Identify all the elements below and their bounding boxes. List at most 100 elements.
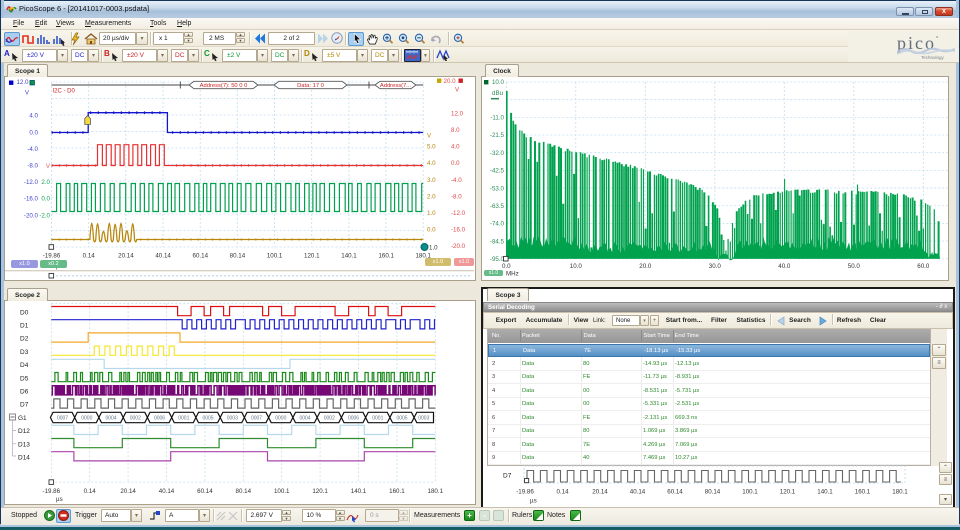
svg-text:0.14: 0.14 (84, 488, 97, 495)
svg-text:-53.0: -53.0 (490, 185, 505, 192)
svg-text:80.14: 80.14 (705, 489, 721, 496)
svg-text:-8.0: -8.0 (451, 193, 462, 200)
svg-text:180.1: 180.1 (892, 489, 908, 496)
svg-text:D12: D12 (18, 428, 30, 435)
svg-text:0007: 0007 (251, 416, 262, 422)
svg-text:12.0: 12.0 (16, 79, 29, 86)
svg-text:D5: D5 (20, 375, 29, 382)
svg-text:8.0: 8.0 (451, 127, 460, 134)
svg-text:G1: G1 (18, 415, 27, 422)
svg-text:140.1: 140.1 (817, 489, 833, 496)
svg-text:0002: 0002 (324, 416, 335, 422)
svg-text:4.0: 4.0 (29, 113, 38, 120)
svg-text:2.0: 2.0 (41, 179, 50, 186)
svg-text:100.1: 100.1 (274, 488, 290, 495)
svg-text:D1: D1 (20, 323, 29, 330)
svg-text:60.14: 60.14 (667, 489, 683, 496)
svg-text:140.1: 140.1 (351, 488, 367, 495)
svg-text:20.14: 20.14 (118, 253, 134, 260)
svg-text:D0: D0 (20, 309, 29, 316)
svg-text:2.0: 2.0 (427, 193, 436, 200)
svg-text:40.14: 40.14 (155, 253, 171, 260)
svg-text:3.0: 3.0 (427, 177, 436, 184)
svg-text:-42.5: -42.5 (490, 168, 505, 175)
svg-text:I2C - D0: I2C - D0 (53, 89, 76, 95)
svg-text:-19.86: -19.86 (43, 488, 61, 495)
svg-text:-4.0: -4.0 (27, 146, 38, 153)
svg-text:20.0: 20.0 (639, 263, 652, 270)
svg-text:-74.0: -74.0 (490, 221, 505, 228)
svg-text:40.14: 40.14 (159, 488, 175, 495)
svg-text:MHz: MHz (506, 271, 519, 278)
svg-text:120.1: 120.1 (312, 488, 328, 495)
svg-text:dBu: dBu (492, 90, 504, 97)
svg-text:180.1: 180.1 (428, 488, 444, 495)
svg-text:4.0: 4.0 (427, 160, 436, 167)
svg-text:30.0: 30.0 (709, 263, 722, 270)
svg-text:0005: 0005 (396, 416, 407, 422)
svg-text:5.0: 5.0 (427, 144, 436, 151)
svg-text:0.0: 0.0 (427, 227, 436, 234)
svg-text:0.0: 0.0 (41, 196, 50, 203)
svg-text:20.14: 20.14 (592, 489, 608, 496)
svg-text:100.1: 100.1 (267, 253, 283, 260)
svg-text:V: V (427, 133, 432, 140)
svg-text:0.0: 0.0 (502, 263, 511, 270)
svg-text:60.0: 60.0 (917, 263, 930, 270)
svg-text:0007: 0007 (57, 416, 68, 422)
svg-text:D14: D14 (18, 455, 30, 462)
svg-text:0001: 0001 (372, 416, 383, 422)
svg-text:4.0: 4.0 (451, 144, 460, 151)
svg-text:-95.0: -95.0 (490, 256, 505, 263)
svg-text:100.1: 100.1 (742, 489, 758, 496)
svg-text:0006: 0006 (154, 416, 165, 422)
svg-text:0004: 0004 (299, 416, 310, 422)
svg-text:1.0: 1.0 (429, 245, 438, 252)
svg-text:D13: D13 (18, 441, 30, 448)
svg-text:D2: D2 (20, 336, 29, 343)
svg-text:60.14: 60.14 (197, 488, 213, 495)
svg-text:-19.86: -19.86 (516, 489, 534, 496)
svg-text:V: V (46, 163, 51, 170)
svg-text:0006: 0006 (348, 416, 359, 422)
svg-text:-2.0: -2.0 (39, 212, 50, 219)
svg-text:Address(7...: Address(7... (380, 83, 412, 89)
svg-text:D6: D6 (20, 389, 29, 396)
svg-text:1.0: 1.0 (427, 210, 436, 217)
svg-text:-12.0: -12.0 (24, 179, 39, 186)
svg-text:0005: 0005 (202, 416, 213, 422)
svg-text:-16.0: -16.0 (451, 227, 466, 234)
svg-text:12.0: 12.0 (451, 110, 464, 117)
svg-text:140.1: 140.1 (341, 253, 357, 260)
svg-text:0000: 0000 (275, 416, 286, 422)
svg-text:10.0: 10.0 (492, 79, 505, 86)
svg-text:µs: µs (530, 498, 537, 505)
svg-text:-16.0: -16.0 (24, 196, 39, 203)
svg-text:20.14: 20.14 (120, 488, 136, 495)
svg-text:40.0: 40.0 (778, 263, 791, 270)
svg-text:µs: µs (56, 496, 63, 503)
svg-text:-20.0: -20.0 (24, 212, 39, 219)
svg-text:0.0: 0.0 (451, 160, 460, 167)
svg-text:160.1: 160.1 (378, 253, 394, 260)
svg-text:0003: 0003 (418, 416, 429, 422)
svg-text:-11.0: -11.0 (490, 115, 504, 122)
svg-text:-8.0: -8.0 (27, 163, 38, 170)
svg-text:0002: 0002 (130, 416, 141, 422)
svg-text:120.1: 120.1 (780, 489, 796, 496)
svg-text:-12.0: -12.0 (451, 210, 466, 217)
svg-text:-32.0: -32.0 (490, 150, 505, 157)
svg-text:-63.5: -63.5 (490, 203, 505, 210)
svg-text:0.14: 0.14 (83, 253, 96, 260)
svg-text:10.0: 10.0 (570, 263, 583, 270)
svg-text:D4: D4 (20, 362, 29, 369)
svg-text:120.1: 120.1 (304, 253, 320, 260)
svg-text:-4.0: -4.0 (451, 177, 462, 184)
svg-text:-21.5: -21.5 (490, 132, 505, 139)
svg-text:40.14: 40.14 (630, 489, 646, 496)
svg-text:0003: 0003 (227, 416, 238, 422)
svg-text:-84.5: -84.5 (490, 238, 505, 245)
svg-text:60.14: 60.14 (193, 253, 209, 260)
svg-text:160.1: 160.1 (389, 488, 405, 495)
svg-text:0.14: 0.14 (556, 489, 569, 496)
